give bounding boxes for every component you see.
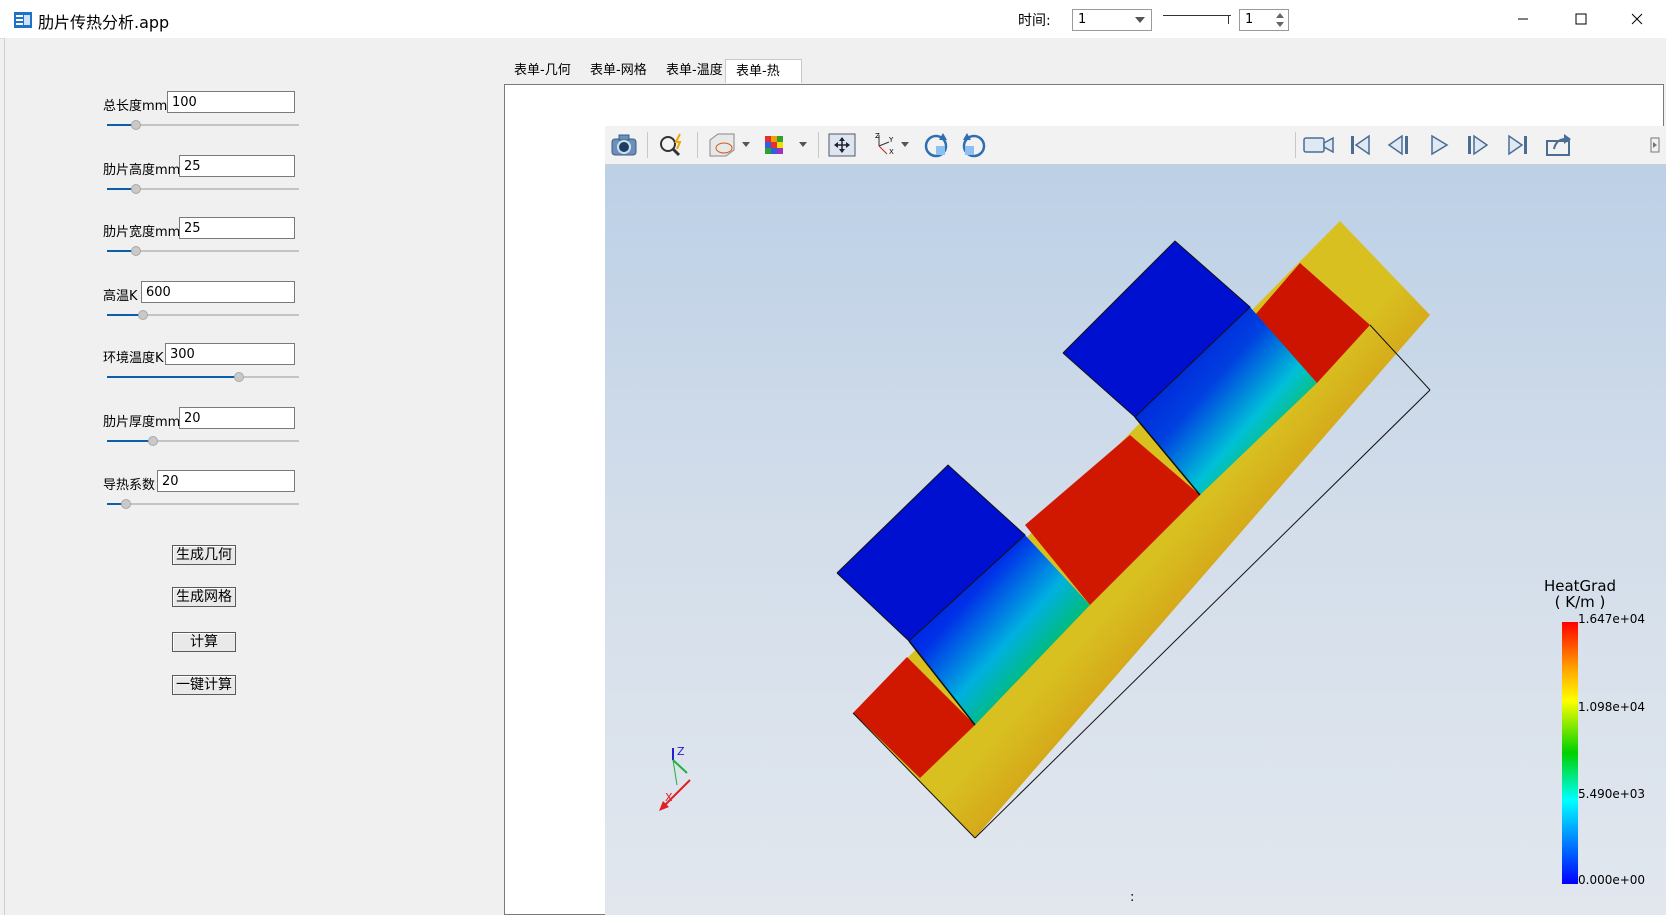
chevron-down-icon: [1135, 17, 1145, 23]
legend-title-name: HeatGrad: [1543, 577, 1617, 595]
legend-title: HeatGrad ( K/m ): [1530, 578, 1630, 610]
camera-icon[interactable]: [609, 131, 639, 159]
tab-geometry[interactable]: 表单-几何: [504, 59, 581, 83]
svg-text:X: X: [889, 148, 894, 156]
generate-mesh-button[interactable]: 生成网格: [172, 587, 236, 607]
fin-height-slider[interactable]: [107, 181, 299, 197]
param-label-fin-thickness: 肋片厚度mm: [103, 415, 181, 430]
minimize-button[interactable]: [1494, 0, 1552, 38]
param-label-fin-width: 肋片宽度mm: [103, 225, 181, 240]
toolbar-overflow-icon[interactable]: [1648, 131, 1662, 159]
minimize-icon: [1518, 18, 1528, 20]
play-icon[interactable]: [1425, 131, 1453, 159]
param-label-ambient-temp: 环境温度K: [103, 351, 164, 366]
export-icon[interactable]: [1544, 131, 1574, 159]
total-length-input[interactable]: [167, 91, 295, 113]
heat-gradient-model: Z X: [659, 221, 1431, 839]
legend-title-unit: ( K/m ): [1554, 593, 1606, 611]
legend-tick-max: 1.647e+04: [1578, 612, 1646, 626]
close-button[interactable]: [1608, 0, 1666, 38]
legend-color-bar: [1562, 622, 1578, 884]
zoom-icon[interactable]: [655, 131, 689, 159]
maximize-icon: [1575, 13, 1587, 25]
total-length-slider[interactable]: [107, 117, 299, 133]
frame-spinbox[interactable]: 1: [1239, 9, 1289, 31]
legend-tick-low: 5.490e+03: [1578, 787, 1646, 801]
rotate-ccw-icon[interactable]: [958, 131, 990, 159]
spin-arrows-icon: [1276, 13, 1284, 27]
status-mark: :: [1130, 890, 1135, 905]
axis-x-label: X: [665, 791, 673, 804]
colormap-icon[interactable]: [760, 131, 810, 159]
record-icon[interactable]: [1302, 131, 1336, 159]
param-label-total-length: 总长度mm: [103, 99, 168, 114]
svg-text:Y: Y: [888, 136, 894, 144]
frame-spinbox-value: 1: [1245, 12, 1254, 27]
ambient-temp-slider[interactable]: [107, 369, 299, 385]
tab-mesh[interactable]: 表单-网格: [580, 59, 657, 83]
param-label-high-temp: 高温K: [103, 289, 138, 304]
fin-thickness-input[interactable]: [179, 407, 295, 429]
time-select[interactable]: 1: [1072, 9, 1152, 31]
time-select-value: 1: [1078, 12, 1087, 27]
ambient-temp-input[interactable]: [165, 343, 295, 365]
rotate-cw-icon[interactable]: [920, 131, 952, 159]
fin-height-input[interactable]: [179, 155, 295, 177]
conductivity-slider[interactable]: [107, 496, 299, 512]
axes-icon[interactable]: ZYX: [867, 131, 911, 159]
render-mode-icon[interactable]: [703, 131, 753, 159]
one-click-compute-button[interactable]: 一键计算: [172, 675, 236, 695]
time-slider[interactable]: [1163, 15, 1231, 16]
legend-tick-min: 0.000e+00: [1578, 873, 1646, 887]
3d-viewport[interactable]: Z X: [605, 165, 1666, 915]
compute-button[interactable]: 计算: [172, 632, 236, 652]
app-icon: [14, 12, 32, 28]
tab-heat[interactable]: 表单-热量: [725, 59, 802, 103]
close-icon: [1631, 13, 1643, 25]
param-label-fin-height: 肋片高度mm: [103, 163, 181, 178]
next-frame-icon[interactable]: [1464, 131, 1492, 159]
title-bar: 肋片传热分析.app: [0, 0, 1666, 39]
legend-tick-high: 1.098e+04: [1578, 700, 1646, 714]
time-label: 时间:: [1018, 13, 1051, 29]
last-frame-icon[interactable]: [1504, 131, 1532, 159]
high-temp-slider[interactable]: [107, 307, 299, 323]
high-temp-input[interactable]: [141, 281, 295, 303]
fin-width-input[interactable]: [179, 217, 295, 239]
fit-view-icon[interactable]: [826, 131, 858, 159]
param-label-conductivity: 导热系数: [103, 478, 156, 493]
fin-thickness-slider[interactable]: [107, 433, 299, 449]
window-title: 肋片传热分析.app: [38, 13, 170, 32]
maximize-button[interactable]: [1552, 0, 1610, 38]
first-frame-icon[interactable]: [1346, 131, 1374, 159]
time-slider-handle[interactable]: [1228, 15, 1229, 24]
conductivity-input[interactable]: [157, 470, 295, 492]
generate-geometry-button[interactable]: 生成几何: [172, 545, 236, 565]
prev-frame-icon[interactable]: [1385, 131, 1413, 159]
axis-z-label: Z: [677, 745, 685, 758]
tab-temperature[interactable]: 表单-温度: [656, 59, 733, 83]
fin-width-slider[interactable]: [107, 243, 299, 259]
svg-text:Z: Z: [875, 132, 880, 140]
